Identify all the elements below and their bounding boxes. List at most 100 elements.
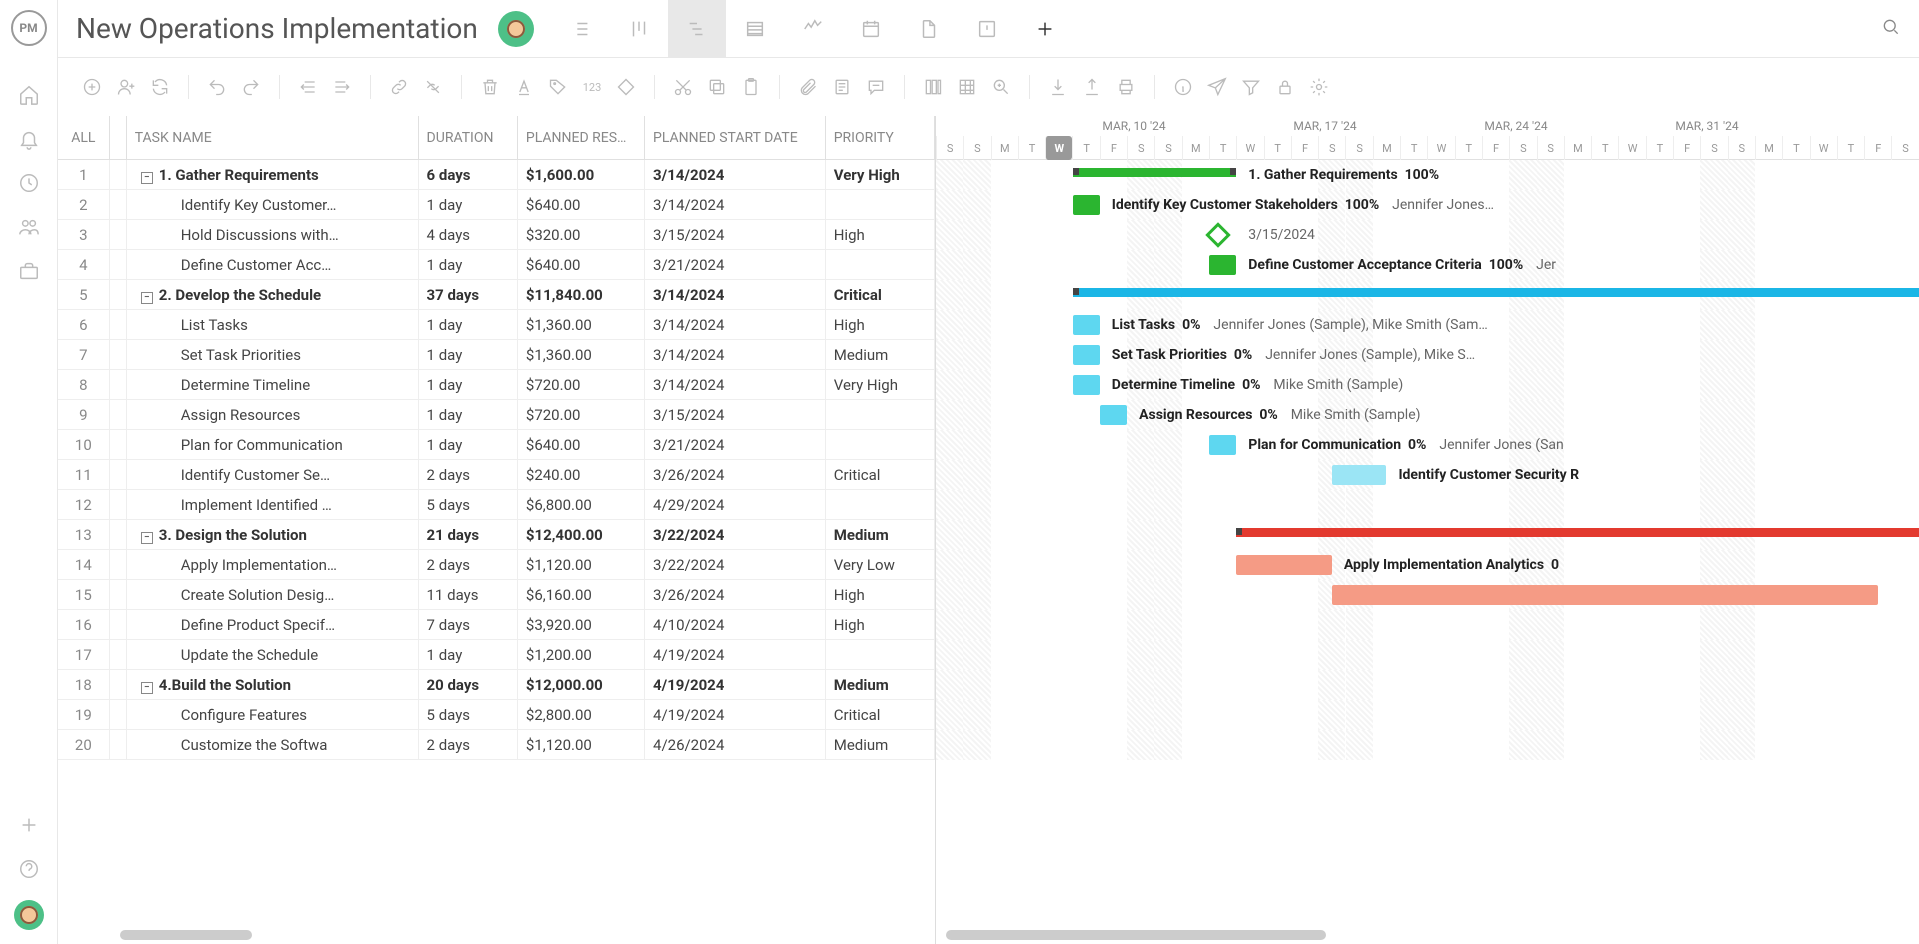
team-icon[interactable]	[10, 208, 48, 246]
table-row[interactable]: 5−2. Develop the Schedule37 days$11,840.…	[58, 280, 935, 310]
gantt-task-bar[interactable]	[1209, 435, 1236, 455]
note-icon[interactable]	[826, 71, 858, 103]
gantt-row[interactable]	[936, 520, 1919, 550]
user-avatar[interactable]	[14, 900, 44, 930]
table-row[interactable]: 4Define Customer Acc…1 day$640.003/21/20…	[58, 250, 935, 280]
print-icon[interactable]	[1110, 71, 1142, 103]
gantt-row[interactable]: Plan for Communication 0% Jennifer Jones…	[936, 430, 1919, 460]
table-row[interactable]: 12Implement Identified …5 days$6,800.004…	[58, 490, 935, 520]
delete-icon[interactable]	[474, 71, 506, 103]
view-list-icon[interactable]	[552, 0, 610, 58]
gantt-row[interactable]: Identify Customer Security R	[936, 460, 1919, 490]
gantt-summary-bar[interactable]	[1073, 168, 1237, 177]
import-icon[interactable]	[1042, 71, 1074, 103]
gantt-summary-bar[interactable]	[1073, 288, 1919, 297]
copy-icon[interactable]	[701, 71, 733, 103]
table-row[interactable]: 8Determine Timeline1 day$720.003/14/2024…	[58, 370, 935, 400]
diamond-icon[interactable]	[610, 71, 642, 103]
gantt-row[interactable]	[936, 730, 1919, 760]
gantt-row[interactable]: Determine Timeline 0% Mike Smith (Sample…	[936, 370, 1919, 400]
view-workload-icon[interactable]	[784, 0, 842, 58]
app-logo[interactable]: PM	[11, 10, 47, 46]
col-header-name[interactable]: TASK NAME	[127, 116, 419, 159]
grid-hscroll[interactable]	[120, 930, 252, 940]
col-header-priority[interactable]: PRIORITY	[826, 116, 935, 159]
comment-icon[interactable]	[860, 71, 892, 103]
gantt-task-bar[interactable]	[1100, 405, 1127, 425]
table-row[interactable]: 13−3. Design the Solution21 days$12,400.…	[58, 520, 935, 550]
gantt-task-bar[interactable]	[1332, 465, 1387, 485]
gantt-row[interactable]	[936, 670, 1919, 700]
briefcase-icon[interactable]	[10, 252, 48, 290]
search-icon[interactable]	[1881, 17, 1901, 41]
table-row[interactable]: 1−1. Gather Requirements6 days$1,600.003…	[58, 160, 935, 190]
col-header-index[interactable]: ALL	[58, 116, 110, 159]
attach-icon[interactable]	[792, 71, 824, 103]
gantt-task-bar[interactable]	[1073, 315, 1100, 335]
collapse-toggle[interactable]: −	[141, 292, 153, 304]
gantt-row[interactable]: 1. Gather Requirements 100%	[936, 160, 1919, 190]
undo-icon[interactable]	[201, 71, 233, 103]
gantt-row[interactable]: Apply Implementation Analytics 0	[936, 550, 1919, 580]
gantt-hscroll[interactable]	[946, 930, 1326, 940]
gantt-row[interactable]	[936, 610, 1919, 640]
gantt-row[interactable]	[936, 580, 1919, 610]
table-row[interactable]: 18−4.Build the Solution20 days$12,000.00…	[58, 670, 935, 700]
link-icon[interactable]	[383, 71, 415, 103]
home-icon[interactable]	[10, 76, 48, 114]
collapse-toggle[interactable]: −	[141, 172, 153, 184]
view-calendar-icon[interactable]	[842, 0, 900, 58]
gantt-row[interactable]: List Tasks 0% Jennifer Jones (Sample), M…	[936, 310, 1919, 340]
view-risk-icon[interactable]	[958, 0, 1016, 58]
gantt-task-bar[interactable]	[1332, 585, 1878, 605]
collapse-toggle[interactable]: −	[141, 532, 153, 544]
gantt-row[interactable]: Assign Resources 0% Mike Smith (Sample)	[936, 400, 1919, 430]
tag-icon[interactable]	[542, 71, 574, 103]
gantt-summary-bar[interactable]	[1236, 528, 1919, 537]
numbers-icon[interactable]: 123	[576, 71, 608, 103]
gantt-row[interactable]: 3/15/2024	[936, 220, 1919, 250]
settings-icon[interactable]	[1303, 71, 1335, 103]
outdent-icon[interactable]	[292, 71, 324, 103]
gantt-row[interactable]: Identify Key Customer Stakeholders 100% …	[936, 190, 1919, 220]
table-row[interactable]: 11Identify Customer Se…2 days$240.003/26…	[58, 460, 935, 490]
view-add-icon[interactable]	[1016, 0, 1074, 58]
gantt-milestone[interactable]	[1205, 222, 1230, 247]
table-row[interactable]: 19Configure Features5 days$2,800.004/19/…	[58, 700, 935, 730]
table-row[interactable]: 20Customize the Softwa2 days$1,120.004/2…	[58, 730, 935, 760]
table-row[interactable]: 10Plan for Communication1 day$640.003/21…	[58, 430, 935, 460]
col-header-cost[interactable]: PLANNED RES…	[518, 116, 645, 159]
gantt-row[interactable]: Define Customer Acceptance Criteria 100%…	[936, 250, 1919, 280]
view-board-icon[interactable]	[610, 0, 668, 58]
table-row[interactable]: 9Assign Resources1 day$720.003/15/2024	[58, 400, 935, 430]
columns-icon[interactable]	[917, 71, 949, 103]
send-icon[interactable]	[1201, 71, 1233, 103]
filter-icon[interactable]	[1235, 71, 1267, 103]
table-row[interactable]: 2Identify Key Customer…1 day$640.003/14/…	[58, 190, 935, 220]
help-icon[interactable]	[10, 850, 48, 888]
view-file-icon[interactable]	[900, 0, 958, 58]
view-gantt-icon[interactable]	[668, 0, 726, 58]
gantt-row[interactable]	[936, 490, 1919, 520]
gantt-row[interactable]	[936, 280, 1919, 310]
project-avatar[interactable]	[498, 11, 534, 47]
redo-icon[interactable]	[235, 71, 267, 103]
lock-icon[interactable]	[1269, 71, 1301, 103]
table-row[interactable]: 7Set Task Priorities1 day$1,360.003/14/2…	[58, 340, 935, 370]
col-header-duration[interactable]: DURATION	[419, 116, 518, 159]
cut-icon[interactable]	[667, 71, 699, 103]
view-sheet-icon[interactable]	[726, 0, 784, 58]
assign-icon[interactable]	[110, 71, 142, 103]
gantt-task-bar[interactable]	[1236, 555, 1332, 575]
table-row[interactable]: 15Create Solution Desig…11 days$6,160.00…	[58, 580, 935, 610]
add-nav-icon[interactable]	[10, 806, 48, 844]
bell-icon[interactable]	[10, 120, 48, 158]
gantt-row[interactable]	[936, 640, 1919, 670]
refresh-icon[interactable]	[144, 71, 176, 103]
paste-icon[interactable]	[735, 71, 767, 103]
unlink-icon[interactable]	[417, 71, 449, 103]
collapse-toggle[interactable]: −	[141, 682, 153, 694]
indent-icon[interactable]	[326, 71, 358, 103]
gantt-task-bar[interactable]	[1209, 255, 1236, 275]
gantt-task-bar[interactable]	[1073, 195, 1100, 215]
